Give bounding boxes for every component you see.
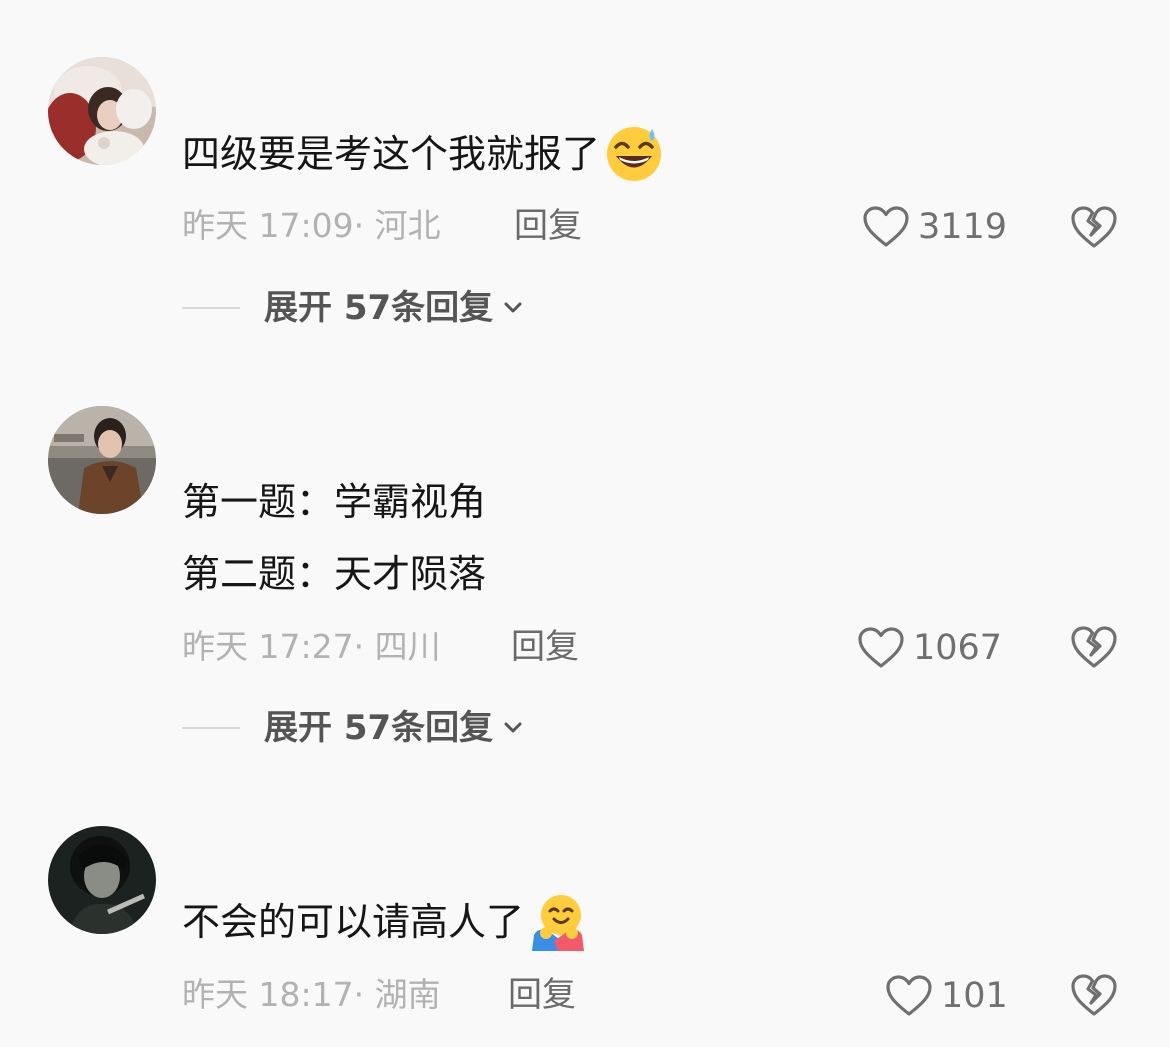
comment-line: 第二题：天才陨落 [182,552,487,596]
comment-location: · 湖南 [353,975,441,1014]
comment-time: 昨天 17:09 [182,206,354,245]
avatar-girl-with-cat-icon [48,57,156,165]
divider-line [182,727,240,729]
dislike-button[interactable] [1070,203,1118,251]
broken-heart-icon [1071,206,1117,248]
comment-line: 不会的可以请高人了 [182,900,525,944]
comment-text: 不会的可以请高人了 [182,886,588,958]
chevron-down-icon [504,722,522,733]
divider-line [182,307,240,309]
avatar-dark-portrait-icon [48,826,156,934]
comment-line: 第一题：学霸视角 [182,480,487,524]
heart-icon [863,206,909,247]
reply-button[interactable]: 回复 [514,206,582,246]
chevron-down-icon [504,302,522,313]
like-button[interactable]: 1067 [857,626,1002,670]
comment-meta: 昨天 17:27· 四川 [182,627,441,667]
user-avatar[interactable] [48,826,156,934]
expand-replies-button[interactable]: 展开 57条回复 [182,288,525,328]
hugging-face-emoji-icon [528,891,588,951]
user-avatar[interactable] [48,57,156,165]
like-count: 101 [941,976,1008,1016]
comment-time: 昨天 18:17 [182,975,354,1014]
grinning-sweat-emoji-icon [604,123,664,183]
comment-text: 第一题：学霸视角 第二题：天才陨落 [182,466,486,610]
broken-heart-icon [1071,626,1117,668]
like-count: 1067 [913,628,1003,668]
avatar-man-in-jacket-icon [48,406,156,514]
broken-heart-icon [1071,974,1117,1016]
comment-text: 四级要是考这个我就报了 [182,118,664,190]
user-avatar[interactable] [48,406,156,514]
dislike-button[interactable] [1070,971,1118,1019]
comment-location: · 四川 [353,627,441,666]
expand-replies-label: 展开 57条回复 [264,288,494,328]
reply-button[interactable]: 回复 [508,975,576,1015]
expand-replies-label: 展开 57条回复 [264,708,494,748]
comment-line: 四级要是考这个我就报了 [182,132,601,176]
heart-icon [858,627,904,668]
heart-icon [886,975,932,1016]
like-button[interactable]: 3119 [862,205,1007,249]
reply-button[interactable]: 回复 [511,627,579,667]
like-button[interactable]: 101 [885,974,1008,1018]
comment-location: · 河北 [353,206,441,245]
like-count: 3119 [918,207,1008,247]
comment-meta: 昨天 17:09· 河北 [182,206,441,246]
comment-time: 昨天 17:27 [182,627,354,666]
dislike-button[interactable] [1070,623,1118,671]
expand-replies-button[interactable]: 展开 57条回复 [182,708,525,748]
comment-meta: 昨天 18:17· 湖南 [182,975,441,1015]
